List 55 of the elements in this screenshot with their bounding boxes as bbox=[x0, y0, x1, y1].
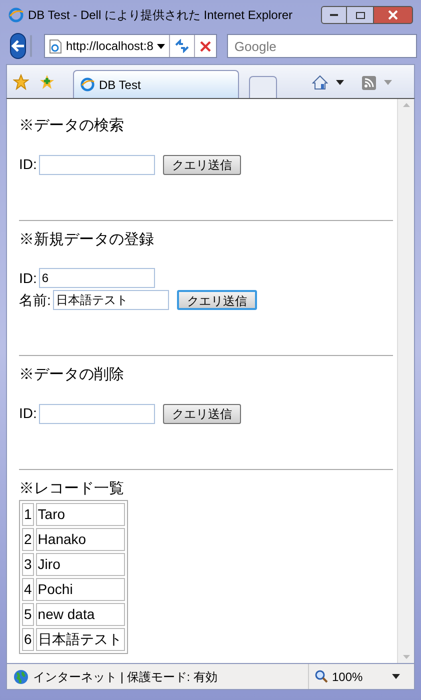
table-cell: 2 bbox=[22, 528, 34, 551]
new-tab-button[interactable] bbox=[249, 76, 277, 98]
back-button[interactable] bbox=[10, 33, 26, 59]
input-field[interactable] bbox=[38, 404, 155, 424]
field-label: ID: bbox=[19, 268, 37, 288]
table-cell: Taro bbox=[36, 503, 125, 526]
status-zone: インターネット | 保護モード: 有効 bbox=[33, 668, 218, 686]
submit-button[interactable]: クエリ送信 bbox=[176, 290, 257, 310]
table-cell: 日本語テスト bbox=[36, 628, 125, 651]
home-icon[interactable] bbox=[312, 75, 328, 90]
browser-logo-icon bbox=[8, 7, 24, 23]
section-heading: ※レコード一覧 bbox=[19, 478, 124, 498]
address-text: http://localhost:8 bbox=[66, 38, 154, 55]
field-label: ID: bbox=[19, 155, 37, 174]
input-field[interactable]: 日本語テスト bbox=[52, 290, 169, 310]
section-heading: ※データの削除 bbox=[19, 365, 124, 385]
table-cell: 5 bbox=[22, 603, 34, 626]
field-label: 名前: bbox=[19, 290, 51, 310]
close-icon bbox=[388, 10, 398, 20]
window-title: DB Test - Dell により提供された Internet Explorer bbox=[28, 7, 293, 24]
stop-icon[interactable] bbox=[200, 40, 212, 52]
submit-button[interactable]: クエリ送信 bbox=[162, 404, 241, 424]
browser-tab[interactable]: DB Test bbox=[73, 70, 239, 98]
dropdown-icon[interactable] bbox=[392, 674, 400, 679]
section-heading: ※新規データの登録 bbox=[19, 230, 154, 250]
input-field[interactable]: 6 bbox=[38, 268, 155, 288]
page-icon bbox=[49, 38, 62, 54]
add-favorite-icon[interactable] bbox=[39, 74, 55, 90]
star-icon[interactable] bbox=[13, 74, 29, 90]
submit-button[interactable]: クエリ送信 bbox=[162, 154, 241, 174]
feed-icon[interactable] bbox=[362, 76, 376, 90]
table-cell: 6 bbox=[22, 628, 34, 651]
input-field[interactable] bbox=[38, 154, 155, 174]
table-cell: 1 bbox=[22, 503, 34, 526]
address-bar[interactable]: http://localhost:8 bbox=[44, 34, 218, 58]
browser-logo-icon bbox=[80, 77, 95, 92]
back-arrow-icon bbox=[11, 40, 25, 52]
table-cell: new data bbox=[36, 603, 125, 626]
close-button[interactable] bbox=[373, 6, 413, 24]
maximize-button[interactable] bbox=[347, 6, 373, 24]
globe-icon bbox=[13, 668, 29, 684]
table-cell: 4 bbox=[22, 578, 34, 601]
search-field[interactable]: Google bbox=[227, 34, 418, 58]
table-cell: Hanako bbox=[36, 528, 125, 551]
dropdown-icon[interactable] bbox=[336, 80, 344, 85]
dropdown-icon[interactable] bbox=[157, 44, 166, 48]
zoom-icon[interactable] bbox=[315, 670, 328, 683]
refresh-icon[interactable] bbox=[174, 39, 190, 53]
minimize-button[interactable] bbox=[321, 6, 347, 24]
table-cell: Jiro bbox=[36, 553, 125, 576]
zoom-level[interactable]: 100% bbox=[332, 668, 363, 686]
table-cell: 3 bbox=[22, 553, 34, 576]
field-label: ID: bbox=[19, 404, 37, 423]
section-heading: ※データの検索 bbox=[19, 116, 124, 136]
table-cell: Pochi bbox=[36, 578, 125, 601]
